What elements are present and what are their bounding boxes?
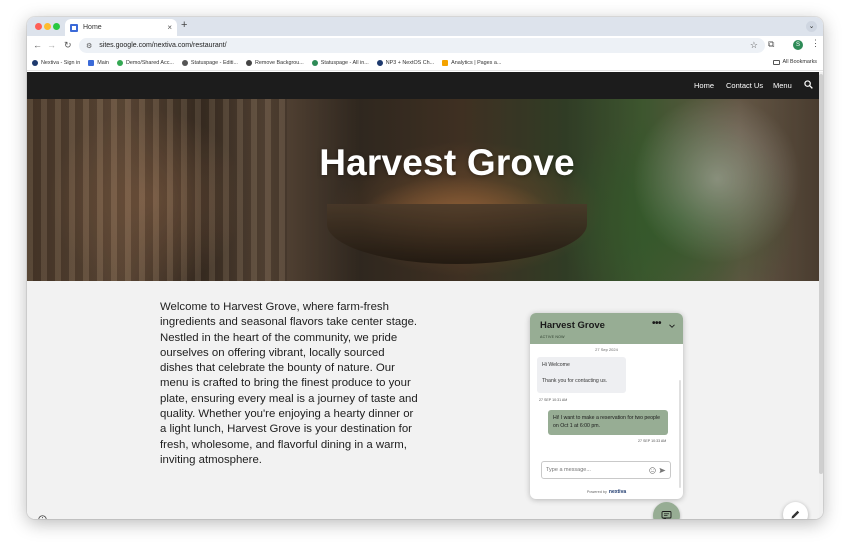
bookmark-item[interactable]: Nextiva - Sign in bbox=[32, 59, 80, 66]
incoming-message: Hi Welcome Thank you for contacting us. bbox=[537, 357, 626, 393]
message-text: Thank you for contacting us. bbox=[542, 378, 608, 384]
outgoing-message: Hi! I want to make a reservation for two… bbox=[548, 410, 668, 435]
hero-banner: Harvest Grove bbox=[27, 99, 819, 281]
nextiva-x-icon bbox=[32, 59, 38, 66]
google-sites-icon bbox=[88, 59, 95, 66]
bookmark-star-icon[interactable]: ☆ bbox=[750, 40, 758, 51]
profile-avatar[interactable]: S bbox=[793, 40, 803, 50]
wifi-icon bbox=[311, 59, 318, 66]
browser-menu-icon[interactable]: ⋮ bbox=[811, 38, 820, 49]
minimize-window-button[interactable] bbox=[44, 23, 51, 30]
bookmark-item[interactable]: Main bbox=[88, 59, 109, 66]
powered-by-footer: Powered by nextiva bbox=[530, 489, 683, 495]
message-timestamp: 27 SEP 10:31 AM bbox=[539, 398, 568, 402]
scrollbar-thumb[interactable] bbox=[819, 74, 823, 474]
url-text: sites.google.com/nextiva.com/restaurant/ bbox=[99, 42, 227, 49]
forward-arrow-icon[interactable]: → bbox=[47, 39, 56, 51]
pencil-icon bbox=[791, 510, 800, 519]
close-window-button[interactable] bbox=[35, 23, 42, 30]
hero-overlay bbox=[27, 99, 819, 281]
bookmark-item[interactable]: Analytics | Pages a... bbox=[442, 59, 501, 66]
site-settings-icon[interactable]: ⚙ bbox=[86, 42, 92, 50]
intro-paragraph: Welcome to Harvest Grove, where farm-fre… bbox=[160, 301, 418, 466]
emoji-icon[interactable] bbox=[649, 466, 656, 474]
address-bar[interactable]: ⚙ sites.google.com/nextiva.com/restauran… bbox=[79, 38, 765, 53]
bookmark-item[interactable]: Statuspage - All in... bbox=[311, 59, 369, 66]
nav-link-home[interactable]: Home bbox=[694, 81, 714, 90]
chat-scrollbar[interactable] bbox=[679, 380, 681, 488]
bookmark-item[interactable]: Statuspage - Editi... bbox=[181, 59, 238, 66]
page-viewport: Home Contact Us Menu Harvest Grove Welco… bbox=[27, 72, 823, 519]
tab-close-icon[interactable]: × bbox=[167, 23, 172, 32]
browser-window: Home × + ⌄ ← → ↻ ⚙ sites.google.com/next… bbox=[27, 17, 823, 519]
chat-status: ACTIVE NOW bbox=[540, 335, 565, 339]
all-bookmarks-button[interactable]: All Bookmarks bbox=[772, 59, 817, 65]
chat-launcher-button[interactable] bbox=[653, 502, 680, 519]
tab-strip: Home × + ⌄ bbox=[27, 17, 823, 36]
google-sites-icon bbox=[70, 23, 78, 32]
more-options-icon[interactable]: ••• bbox=[652, 318, 662, 329]
chat-message-input[interactable] bbox=[546, 467, 649, 473]
powered-by-text: Powered by bbox=[586, 490, 607, 494]
bookmark-item[interactable]: Remove Backgrou... bbox=[245, 59, 304, 66]
back-arrow-icon[interactable]: ← bbox=[33, 39, 42, 51]
edit-button[interactable] bbox=[783, 502, 808, 519]
chevron-down-icon[interactable] bbox=[669, 323, 675, 329]
reload-icon[interactable]: ↻ bbox=[64, 39, 72, 51]
search-icon[interactable] bbox=[804, 80, 813, 89]
nav-link-menu[interactable]: Menu bbox=[773, 81, 792, 90]
browser-toolbar: ← → ↻ ⚙ sites.google.com/nextiva.com/res… bbox=[27, 36, 823, 55]
new-tab-button[interactable]: + bbox=[181, 20, 187, 31]
eye-icon bbox=[245, 59, 252, 66]
chat-input-box bbox=[541, 461, 671, 479]
bookmark-item[interactable]: Demo/Shared Acc... bbox=[116, 59, 174, 66]
chat-header: Harvest Grove ACTIVE NOW ••• bbox=[530, 313, 683, 344]
page-scrollbar[interactable] bbox=[819, 72, 823, 519]
bookmark-item[interactable]: NP3 + NextOS Ch... bbox=[376, 59, 434, 66]
chat-messages[interactable]: 27 Sep 2024 Hi Welcome Thank you for con… bbox=[530, 344, 683, 488]
tab-search-icon[interactable]: ⌄ bbox=[806, 21, 817, 32]
maximize-window-button[interactable] bbox=[53, 23, 60, 30]
message-text: Hi Welcome bbox=[542, 362, 570, 368]
folder-icon bbox=[772, 59, 780, 65]
chat-widget: Harvest Grove ACTIVE NOW ••• 27 Sep 2024… bbox=[530, 313, 683, 499]
chat-date: 27 Sep 2024 bbox=[595, 347, 618, 352]
google-drive-icon bbox=[116, 59, 123, 66]
message-timestamp: 27 SEP 10:33 AM bbox=[638, 439, 667, 443]
chat-bubble-icon bbox=[661, 511, 672, 519]
tab-home[interactable]: Home × bbox=[65, 19, 177, 36]
nav-link-contact[interactable]: Contact Us bbox=[726, 81, 763, 90]
analytics-icon bbox=[442, 59, 449, 66]
hero-title: Harvest Grove bbox=[319, 142, 575, 183]
nextiva-logo: nextiva bbox=[608, 489, 627, 495]
site-header: Home Contact Us Menu bbox=[27, 72, 819, 99]
nextiva-x-icon bbox=[376, 59, 383, 66]
chat-title: Harvest Grove bbox=[540, 320, 605, 331]
tab-title: Home bbox=[83, 24, 102, 31]
send-icon[interactable] bbox=[659, 467, 666, 474]
info-icon[interactable] bbox=[38, 515, 47, 519]
extensions-puzzle-icon[interactable]: ⧉ bbox=[768, 39, 774, 50]
globe-icon bbox=[181, 59, 188, 66]
bookmarks-bar: Nextiva - Sign in Main Demo/Shared Acc..… bbox=[27, 55, 823, 71]
